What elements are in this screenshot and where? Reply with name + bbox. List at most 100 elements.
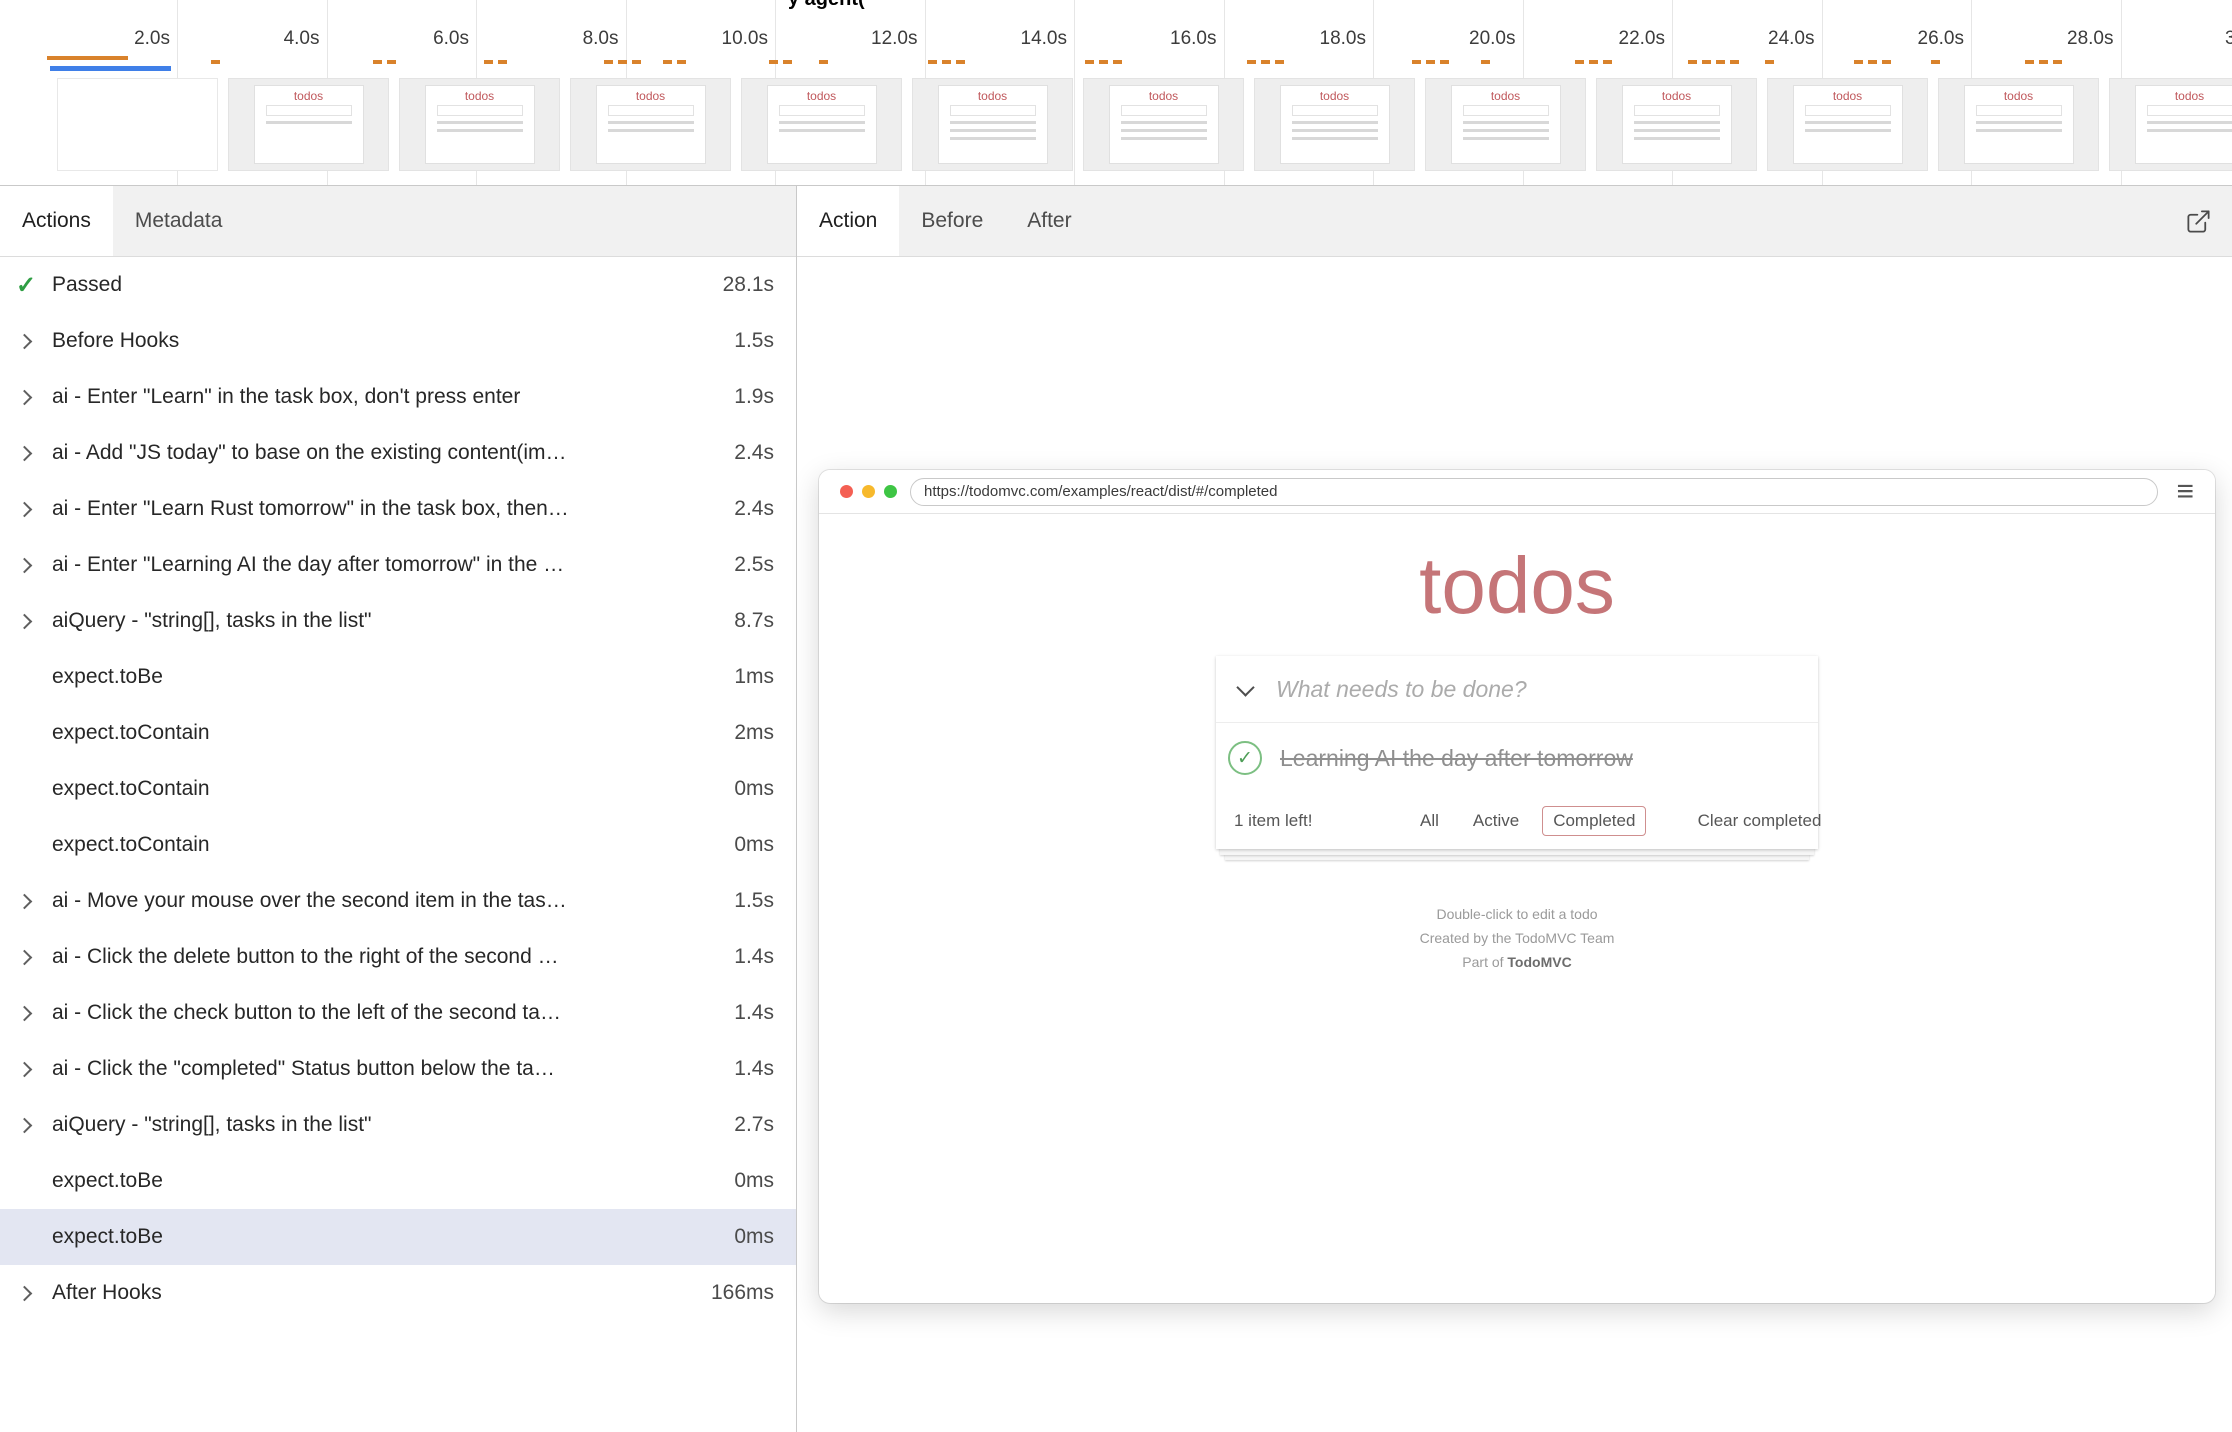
timeline-tick-label: 6.0s [433,28,469,50]
action-row[interactable]: expect.toBe0ms [0,1209,796,1265]
action-label: ai - Click the delete button to the righ… [52,945,559,969]
action-row[interactable]: ai - Click the "completed" Status button… [0,1041,796,1097]
action-duration: 0ms [718,833,774,857]
action-row[interactable]: ai - Enter "Learning AI the day after to… [0,537,796,593]
todo-item[interactable]: ✓ Learning AI the day after tomorrow [1216,723,1818,793]
timeline-thumbnail[interactable]: todos [1767,78,1928,171]
action-row[interactable]: Before Hooks1.5s [0,313,796,369]
thumbnail-line [1805,121,1891,124]
external-link-icon [2185,208,2212,235]
todo-toggle-icon[interactable]: ✓ [1228,741,1262,775]
action-row[interactable]: expect.toContain2ms [0,705,796,761]
timeline-thumbnail[interactable]: todos [2109,78,2232,171]
chevron-right-icon [16,1288,52,1299]
activity-dash [956,60,965,64]
todo-label: Learning AI the day after tomorrow [1280,745,1633,772]
action-label: aiQuery - "string[], tasks in the list" [52,1113,372,1137]
timeline-thumbnail[interactable]: todos [399,78,560,171]
toggle-all-button[interactable] [1216,685,1274,694]
passed-check-icon: ✓ [16,271,52,300]
items-left-count: 1 item left! [1234,811,1409,831]
activity-dash [942,60,951,64]
thumbnail-input-box [437,105,523,116]
action-duration: 2.7s [718,1113,774,1137]
tab-metadata[interactable]: Metadata [113,186,245,256]
timeline-thumbnail[interactable]: todos [1938,78,2099,171]
timeline-tick-label: 22.0s [1619,28,1665,50]
timeline-thumbnail[interactable]: todos [912,78,1073,171]
thumbnail-line [779,121,865,124]
timeline-thumbnail[interactable]: todos [741,78,902,171]
actions-list: ✓Passed28.1sBefore Hooks1.5sai - Enter "… [0,257,796,1432]
chevron-right-icon [16,1120,52,1131]
thumbnail-line [1292,129,1378,132]
todomvc-brand: TodoMVC [1507,954,1571,970]
filter-completed[interactable]: Completed [1542,806,1646,836]
thumbnail-line [1976,129,2062,132]
tab-after[interactable]: After [1005,186,1093,256]
test-status-row[interactable]: ✓Passed28.1s [0,257,796,313]
filter-active[interactable]: Active [1462,806,1530,836]
action-row[interactable]: ai - Move your mouse over the second ite… [0,873,796,929]
activity-dash [1589,60,1598,64]
action-label: Before Hooks [52,329,179,353]
action-duration: 2.4s [718,441,774,465]
timeline-thumbnail[interactable]: todos [1425,78,1586,171]
activity-dash [373,60,382,64]
activity-dash [1440,60,1449,64]
tab-actions[interactable]: Actions [0,186,113,256]
action-row[interactable]: ai - Enter "Learn" in the task box, don'… [0,369,796,425]
action-row[interactable]: expect.toContain0ms [0,817,796,873]
timeline-thumbnail[interactable]: todos [1596,78,1757,171]
action-row[interactable]: expect.toContain0ms [0,761,796,817]
thumbnail-line [608,121,694,124]
timeline-tick-label: 18.0s [1320,28,1366,50]
activity-dash [663,60,672,64]
action-duration: 1.4s [718,1057,774,1081]
timeline-thumbnail[interactable]: todos [1254,78,1415,171]
action-row[interactable]: expect.toBe1ms [0,649,796,705]
action-row[interactable]: ai - Add "JS today" to base on the exist… [0,425,796,481]
info-line: Part of TodoMVC [819,950,2215,974]
filter-all[interactable]: All [1409,806,1450,836]
thumbnail-screenshot: todos [1964,85,2074,164]
action-row[interactable]: ai - Click the delete button to the righ… [0,929,796,985]
action-duration: 0ms [718,1225,774,1249]
activity-dash [1765,60,1774,64]
action-label: expect.toContain [52,721,210,745]
thumbnail-app-title: todos [2004,90,2033,102]
traffic-lights [840,485,897,498]
thumbnail-app-title: todos [978,90,1007,102]
menu-icon: ≡ [2176,477,2194,507]
action-row[interactable]: expect.toBe0ms [0,1153,796,1209]
right-tabbar: ActionBeforeAfter [797,186,2232,257]
timeline[interactable]: y agent( 2.0s4.0s6.0s8.0s10.0s12.0s14.0s… [0,0,2232,186]
activity-dash [498,60,507,64]
activity-dash [1702,60,1711,64]
thumbnail-screenshot: todos [1793,85,1903,164]
action-label: ai - Enter "Learn Rust tomorrow" in the … [52,497,569,521]
chevron-right-icon [16,392,52,403]
timeline-thumbnail[interactable]: todos [570,78,731,171]
action-row[interactable]: After Hooks166ms [0,1265,796,1321]
tab-before[interactable]: Before [899,186,1005,256]
tab-action[interactable]: Action [797,186,899,256]
timeline-tick-label: 16.0s [1170,28,1216,50]
new-todo-input[interactable] [1274,675,1818,704]
action-row[interactable]: aiQuery - "string[], tasks in the list"8… [0,593,796,649]
clear-completed-button[interactable]: Clear completed [1646,811,1821,831]
activity-dash [1931,60,1940,64]
action-row[interactable]: ai - Click the check button to the left … [0,985,796,1041]
action-row[interactable]: ai - Enter "Learn Rust tomorrow" in the … [0,481,796,537]
thumbnail-line [1121,137,1207,140]
open-snapshot-button[interactable] [2165,186,2232,256]
timeline-thumbnail[interactable]: todos [1083,78,1244,171]
activity-dash [2025,60,2034,64]
activity-dash [618,60,627,64]
chevron-down-icon [1236,678,1254,696]
action-duration: 8.7s [718,609,774,633]
timeline-thumbnail[interactable] [57,78,218,171]
actions-panel: ActionsMetadata ✓Passed28.1sBefore Hooks… [0,186,796,1432]
timeline-thumbnail[interactable]: todos [228,78,389,171]
action-row[interactable]: aiQuery - "string[], tasks in the list" 2… [0,1097,796,1153]
